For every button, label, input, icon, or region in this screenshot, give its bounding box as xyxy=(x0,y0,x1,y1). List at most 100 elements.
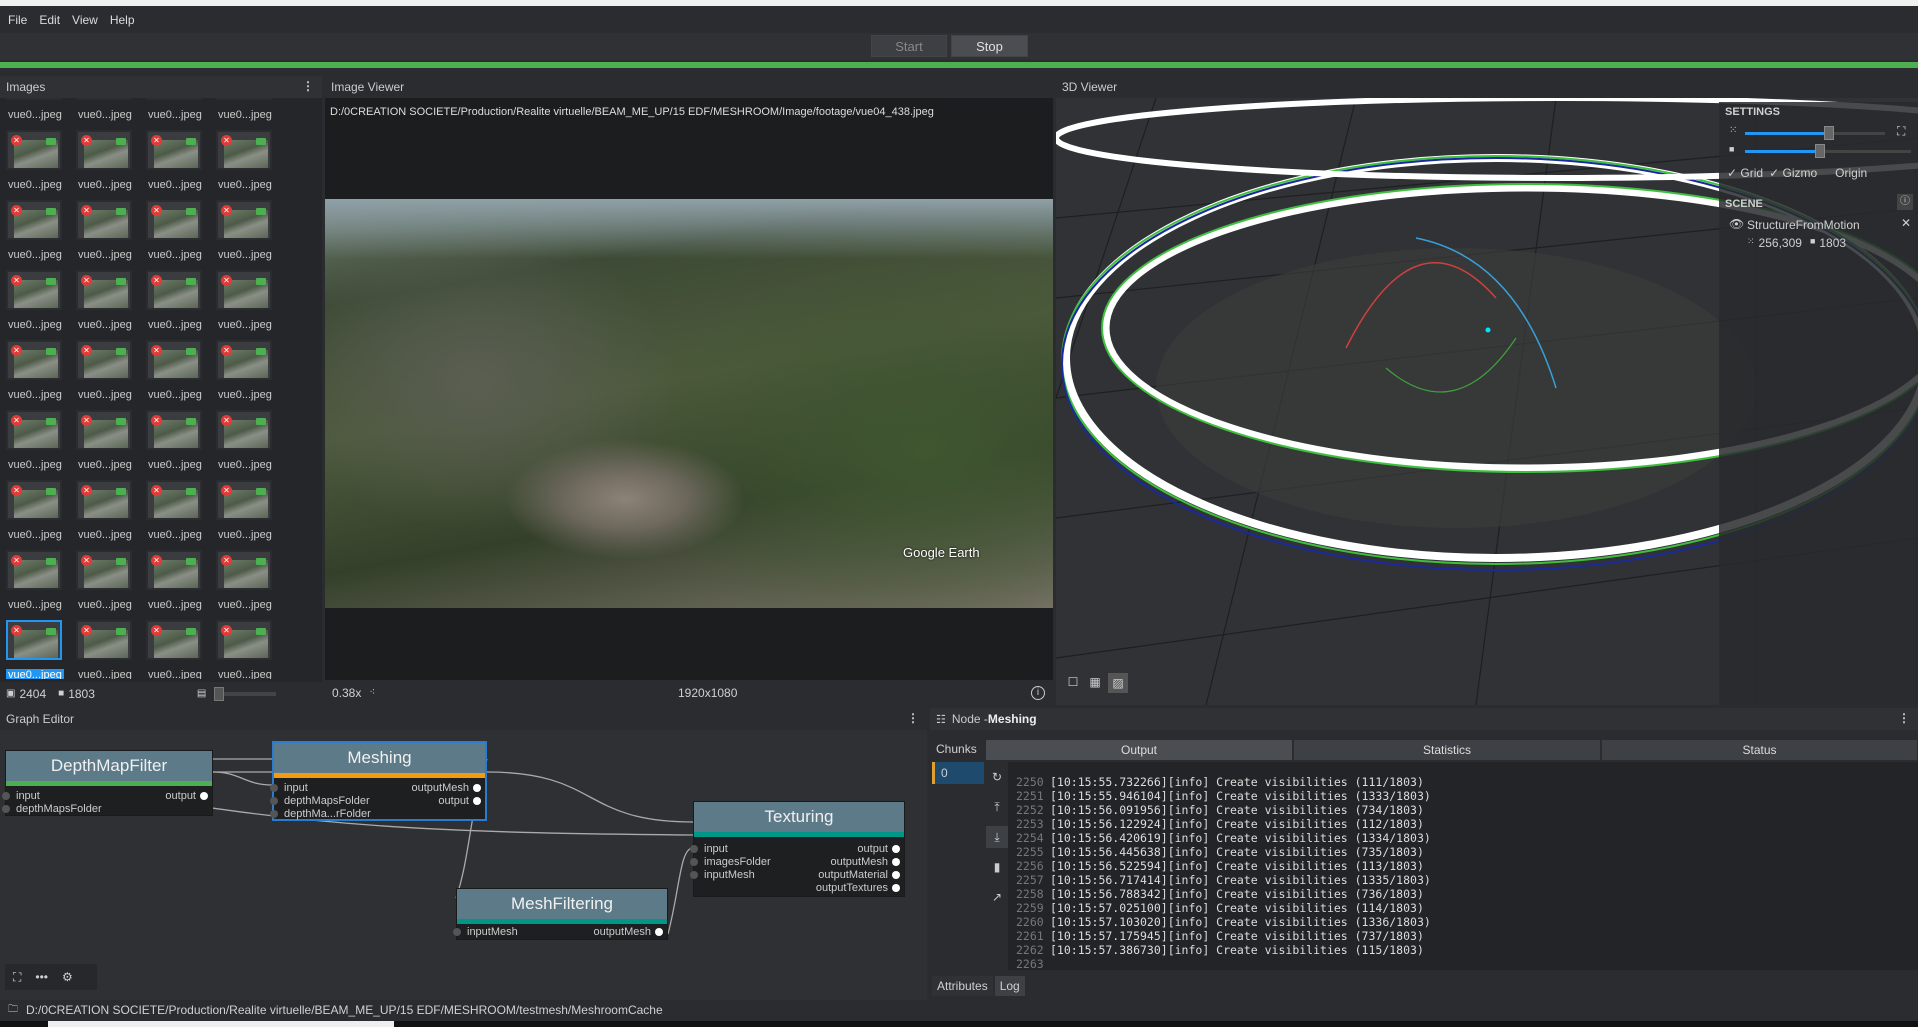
error-icon: ✕ xyxy=(11,555,22,566)
port-output[interactable]: output xyxy=(438,794,481,808)
tab-status[interactable]: Status xyxy=(1602,740,1918,760)
chunk-item[interactable]: 0 xyxy=(932,762,984,784)
menu-edit[interactable]: Edit xyxy=(39,13,60,27)
node-texturing[interactable]: Texturing input imagesFolder inputMesh o… xyxy=(690,801,905,897)
image-thumbnail[interactable]: ✕ vue0...jpeg xyxy=(74,480,136,550)
image-thumbnail[interactable]: ✕ vue0...jpeg xyxy=(144,620,206,679)
features-icon[interactable]: ⁖ xyxy=(369,687,375,698)
image-thumbnail[interactable]: ✕ vue0...jpeg xyxy=(214,340,276,410)
image-thumbnail[interactable]: ✕ vue0...jpeg xyxy=(74,98,136,130)
remove-icon[interactable]: ✕ xyxy=(1901,216,1911,230)
scroll-top-icon[interactable]: ⤒ xyxy=(986,796,1008,818)
image-thumbnail[interactable]: ✕ vue0...jpeg xyxy=(214,620,276,679)
image-gallery[interactable]: ✕ vue0...jpeg ✕ vue0...jpeg ✕ vue0...jpeg ✕ vue… xyxy=(0,98,322,679)
port-input[interactable]: input xyxy=(690,842,728,856)
port-inputmesh[interactable]: inputMesh xyxy=(690,868,755,882)
image-thumbnail[interactable]: ✕ vue0...jpeg xyxy=(74,550,136,620)
info-icon[interactable]: ⓘ xyxy=(1897,194,1913,210)
port-imagesfolder[interactable]: imagesFolder xyxy=(690,855,771,869)
port-output[interactable]: output xyxy=(857,842,900,856)
image-thumbnail[interactable]: ✕ vue0...jpeg xyxy=(4,550,66,620)
image-thumbnail[interactable]: ✕ vue0...jpeg xyxy=(4,98,66,130)
port-outputtextures[interactable]: outputTextures xyxy=(816,881,901,895)
port-inputmesh[interactable]: inputMesh xyxy=(453,925,518,939)
tab-log[interactable]: Log xyxy=(994,976,1025,996)
image-thumbnail[interactable]: ✕ vue0...jpeg xyxy=(144,270,206,340)
log-output[interactable]: 2250 [10:15:55.732266][info] Create visib… xyxy=(1016,775,1431,971)
image-thumbnail[interactable]: ✕ vue0...jpeg xyxy=(74,200,136,270)
port-output[interactable]: output xyxy=(165,789,208,803)
image-thumbnail[interactable]: ✕ vue0...jpeg xyxy=(214,270,276,340)
more-icon[interactable]: ⋮ xyxy=(1898,711,1910,725)
image-thumbnail[interactable]: ✕ vue0...jpeg xyxy=(144,340,206,410)
image-thumbnail[interactable]: ✕ vue0...jpeg xyxy=(144,410,206,480)
image-thumbnail[interactable]: ✕ vue0...jpeg xyxy=(144,200,206,270)
textured-view-icon[interactable]: ▨ xyxy=(1108,673,1128,693)
menu-help[interactable]: Help xyxy=(110,13,135,27)
node-depthmapfilter[interactable]: DepthMapFilter input depthMapsFolder out… xyxy=(2,750,213,816)
fit-view-icon[interactable]: ⛶ xyxy=(1897,124,1905,139)
port-input[interactable]: input xyxy=(2,789,40,803)
camera-scale-slider[interactable] xyxy=(1745,144,1911,158)
port-outputmesh[interactable]: outputMesh xyxy=(594,925,664,939)
gizmo-checkbox[interactable]: ✓ Gizmo xyxy=(1769,166,1817,180)
image-thumbnail[interactable]: ✕ vue0...jpeg xyxy=(74,270,136,340)
image-thumbnail[interactable]: ✕ vue0...jpeg xyxy=(144,550,206,620)
solid-view-icon[interactable]: ☐ xyxy=(1064,673,1082,691)
image-thumbnail[interactable]: ✕ vue0...jpeg xyxy=(214,130,276,200)
more-icon[interactable]: ⋮ xyxy=(302,79,314,93)
menu-view[interactable]: View xyxy=(72,13,98,27)
image-thumbnail[interactable]: ✕ vue0...jpeg xyxy=(144,480,206,550)
thumbnail-size-slider[interactable] xyxy=(214,686,277,701)
image-thumbnail[interactable]: ✕ vue0...jpeg xyxy=(4,480,66,550)
image-thumbnail[interactable]: ✕ vue0...jpeg xyxy=(144,130,206,200)
settings-gear-icon[interactable]: ⚙ xyxy=(62,970,73,984)
open-external-icon[interactable]: ↗ xyxy=(986,886,1008,908)
point-size-slider[interactable] xyxy=(1745,126,1885,140)
scroll-bottom-icon[interactable]: ⤓ xyxy=(986,826,1008,848)
image-thumbnail[interactable]: ✕ vue0...jpeg xyxy=(4,340,66,410)
fit-icon[interactable]: ⛶ xyxy=(13,970,21,985)
image-thumbnail[interactable]: ✕ vue0...jpeg xyxy=(74,340,136,410)
info-icon[interactable]: i xyxy=(1031,685,1045,700)
grid-checkbox[interactable]: ✓ Grid xyxy=(1727,166,1763,180)
tab-output[interactable]: Output xyxy=(986,740,1293,760)
image-thumbnail[interactable]: ✕ vue0...jpeg xyxy=(4,130,66,200)
port-depthmapsfolder[interactable]: depthMapsFolder xyxy=(2,802,102,816)
image-thumbnail[interactable]: ✕ vue0...jpeg xyxy=(144,98,206,130)
image-thumbnail[interactable]: ✕ vue0...jpeg xyxy=(214,200,276,270)
scene-item-name[interactable]: StructureFromMotion xyxy=(1747,218,1860,232)
start-button[interactable]: Start xyxy=(871,35,947,57)
image-thumbnail[interactable]: ✕ vue0...jpeg xyxy=(4,200,66,270)
layout-icon[interactable]: ••• xyxy=(35,970,48,984)
tab-statistics[interactable]: Statistics xyxy=(1294,740,1601,760)
port-input[interactable]: input xyxy=(270,781,308,795)
image-thumbnail[interactable]: ✕ vue0...jpeg xyxy=(4,410,66,480)
image-thumbnail[interactable]: ✕ vue0...jpeg xyxy=(74,410,136,480)
image-thumbnail[interactable]: ✕ vue0...jpeg xyxy=(74,620,136,679)
image-thumbnail[interactable]: ✕ vue0...jpeg xyxy=(4,620,66,679)
node-meshing[interactable]: Meshing input depthMapsFolder depthMa...… xyxy=(270,741,487,821)
image-thumbnail[interactable]: ✕ vue0...jpeg xyxy=(214,480,276,550)
image-display[interactable]: Google Earth xyxy=(325,199,1053,608)
node-meshfiltering[interactable]: MeshFiltering inputMesh outputMesh xyxy=(453,888,668,940)
wireframe-view-icon[interactable]: ▦ xyxy=(1086,673,1104,691)
image-thumbnail[interactable]: ✕ vue0...jpeg xyxy=(214,410,276,480)
image-thumbnail[interactable]: ✕ vue0...jpeg xyxy=(214,550,276,620)
visibility-eye-icon[interactable]: 👁 xyxy=(1729,217,1744,231)
image-thumbnail[interactable]: ✕ vue0...jpeg xyxy=(74,130,136,200)
error-icon: ✕ xyxy=(81,205,92,216)
port-outputmaterial[interactable]: outputMaterial xyxy=(818,868,900,882)
port-outputmesh[interactable]: outputMesh xyxy=(412,781,482,795)
image-thumbnail[interactable]: ✕ vue0...jpeg xyxy=(4,270,66,340)
port-depthmapsfolder[interactable]: depthMapsFolder xyxy=(270,794,370,808)
menu-file[interactable]: File xyxy=(8,13,27,27)
port-depthmapfilterfolder[interactable]: depthMa...rFolder xyxy=(270,807,371,821)
copy-icon[interactable]: ▮ xyxy=(986,856,1008,878)
refresh-icon[interactable]: ↻ xyxy=(986,766,1008,788)
image-thumbnail[interactable]: ✕ vue0...jpeg xyxy=(214,98,276,130)
origin-checkbox[interactable]: Origin xyxy=(1835,166,1867,180)
port-outputmesh[interactable]: outputMesh xyxy=(831,855,901,869)
tab-attributes[interactable]: Attributes xyxy=(932,976,993,996)
stop-button[interactable]: Stop xyxy=(951,35,1028,57)
